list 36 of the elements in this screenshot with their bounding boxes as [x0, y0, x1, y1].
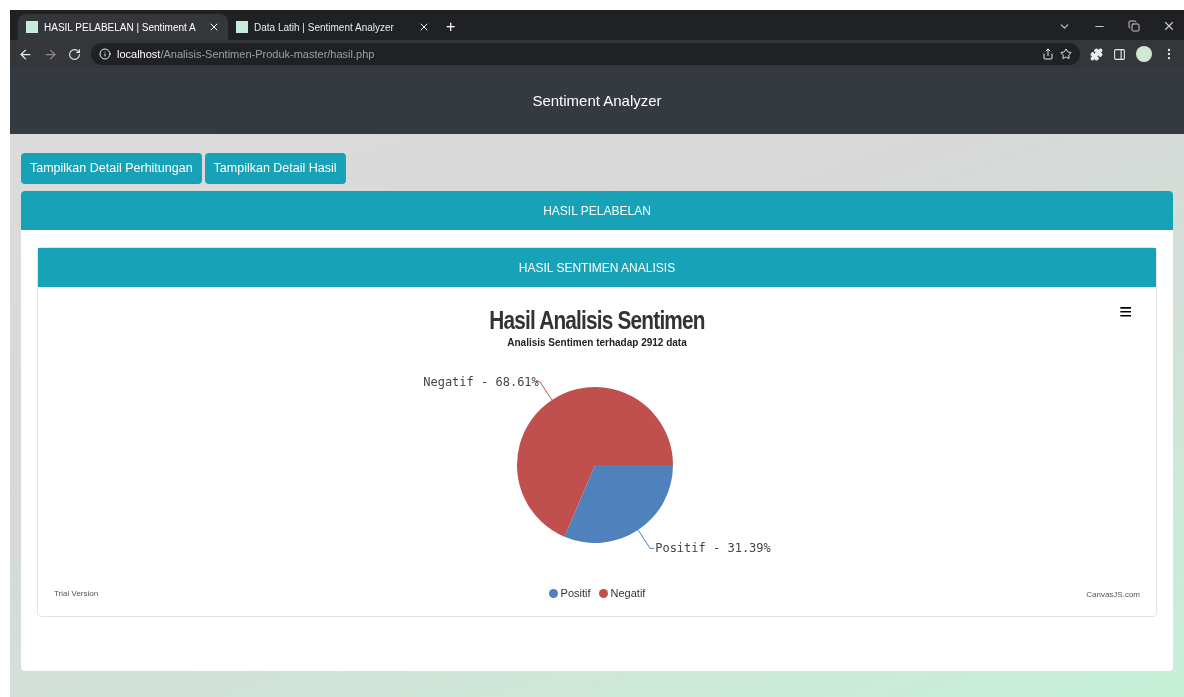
close-icon[interactable]: [208, 21, 220, 33]
back-icon[interactable]: [18, 46, 33, 62]
forward-icon[interactable]: [43, 46, 58, 62]
trial-text: Trial Version: [54, 588, 99, 600]
restore-icon[interactable]: [1128, 20, 1140, 32]
side-panel-icon[interactable]: [1113, 47, 1126, 61]
chart-menu-icon[interactable]: ≡: [1119, 301, 1132, 323]
share-icon[interactable]: [1042, 48, 1054, 60]
legend-label[interactable]: Negatif: [610, 585, 646, 602]
legend-label[interactable]: Positif: [560, 585, 591, 602]
navbar-brand[interactable]: Sentiment Analyzer: [532, 89, 662, 113]
tab-title: Data Latih | Sentiment Analyzer: [254, 20, 395, 35]
close-icon[interactable]: [418, 21, 430, 33]
extensions-icon[interactable]: [1090, 47, 1103, 61]
chart-title: Hasil Analisis Sentimen: [488, 304, 706, 337]
reload-icon[interactable]: [68, 47, 81, 61]
star-icon[interactable]: [1060, 48, 1072, 60]
browser-tab[interactable]: HASIL PELABELAN | Sentiment A: [18, 14, 228, 40]
favicon-icon: [236, 21, 248, 33]
credit-link[interactable]: CanvasJS.com: [1086, 589, 1140, 601]
address-bar[interactable]: localhost/Analisis-Sentimen-Produk-master/hasil.php: [91, 43, 1080, 65]
favicon-icon: [26, 21, 38, 33]
browser-tab[interactable]: Data Latih | Sentiment Analyzer: [228, 14, 438, 40]
tab-title: HASIL PELABELAN | Sentiment A: [44, 20, 197, 35]
url-path: /Analisis-Sentimen-Produk-master/hasil.php: [160, 46, 375, 62]
card-header: HASIL PELABELAN: [21, 191, 1173, 230]
profile-avatar[interactable]: [1136, 46, 1152, 62]
close-icon[interactable]: [1162, 19, 1176, 33]
data-label: Positif - 31.39%: [655, 542, 771, 555]
new-tab-button[interactable]: +: [438, 14, 464, 40]
card-header: HASIL SENTIMEN ANALISIS: [38, 248, 1156, 287]
data-label: Negatif - 68.61%: [423, 375, 539, 388]
url-host: localhost: [117, 46, 161, 62]
leader-line: [637, 529, 655, 549]
chart-subtitle: Analisis Sentimen terhadap 2912 data: [506, 336, 688, 350]
info-icon: [99, 48, 111, 60]
